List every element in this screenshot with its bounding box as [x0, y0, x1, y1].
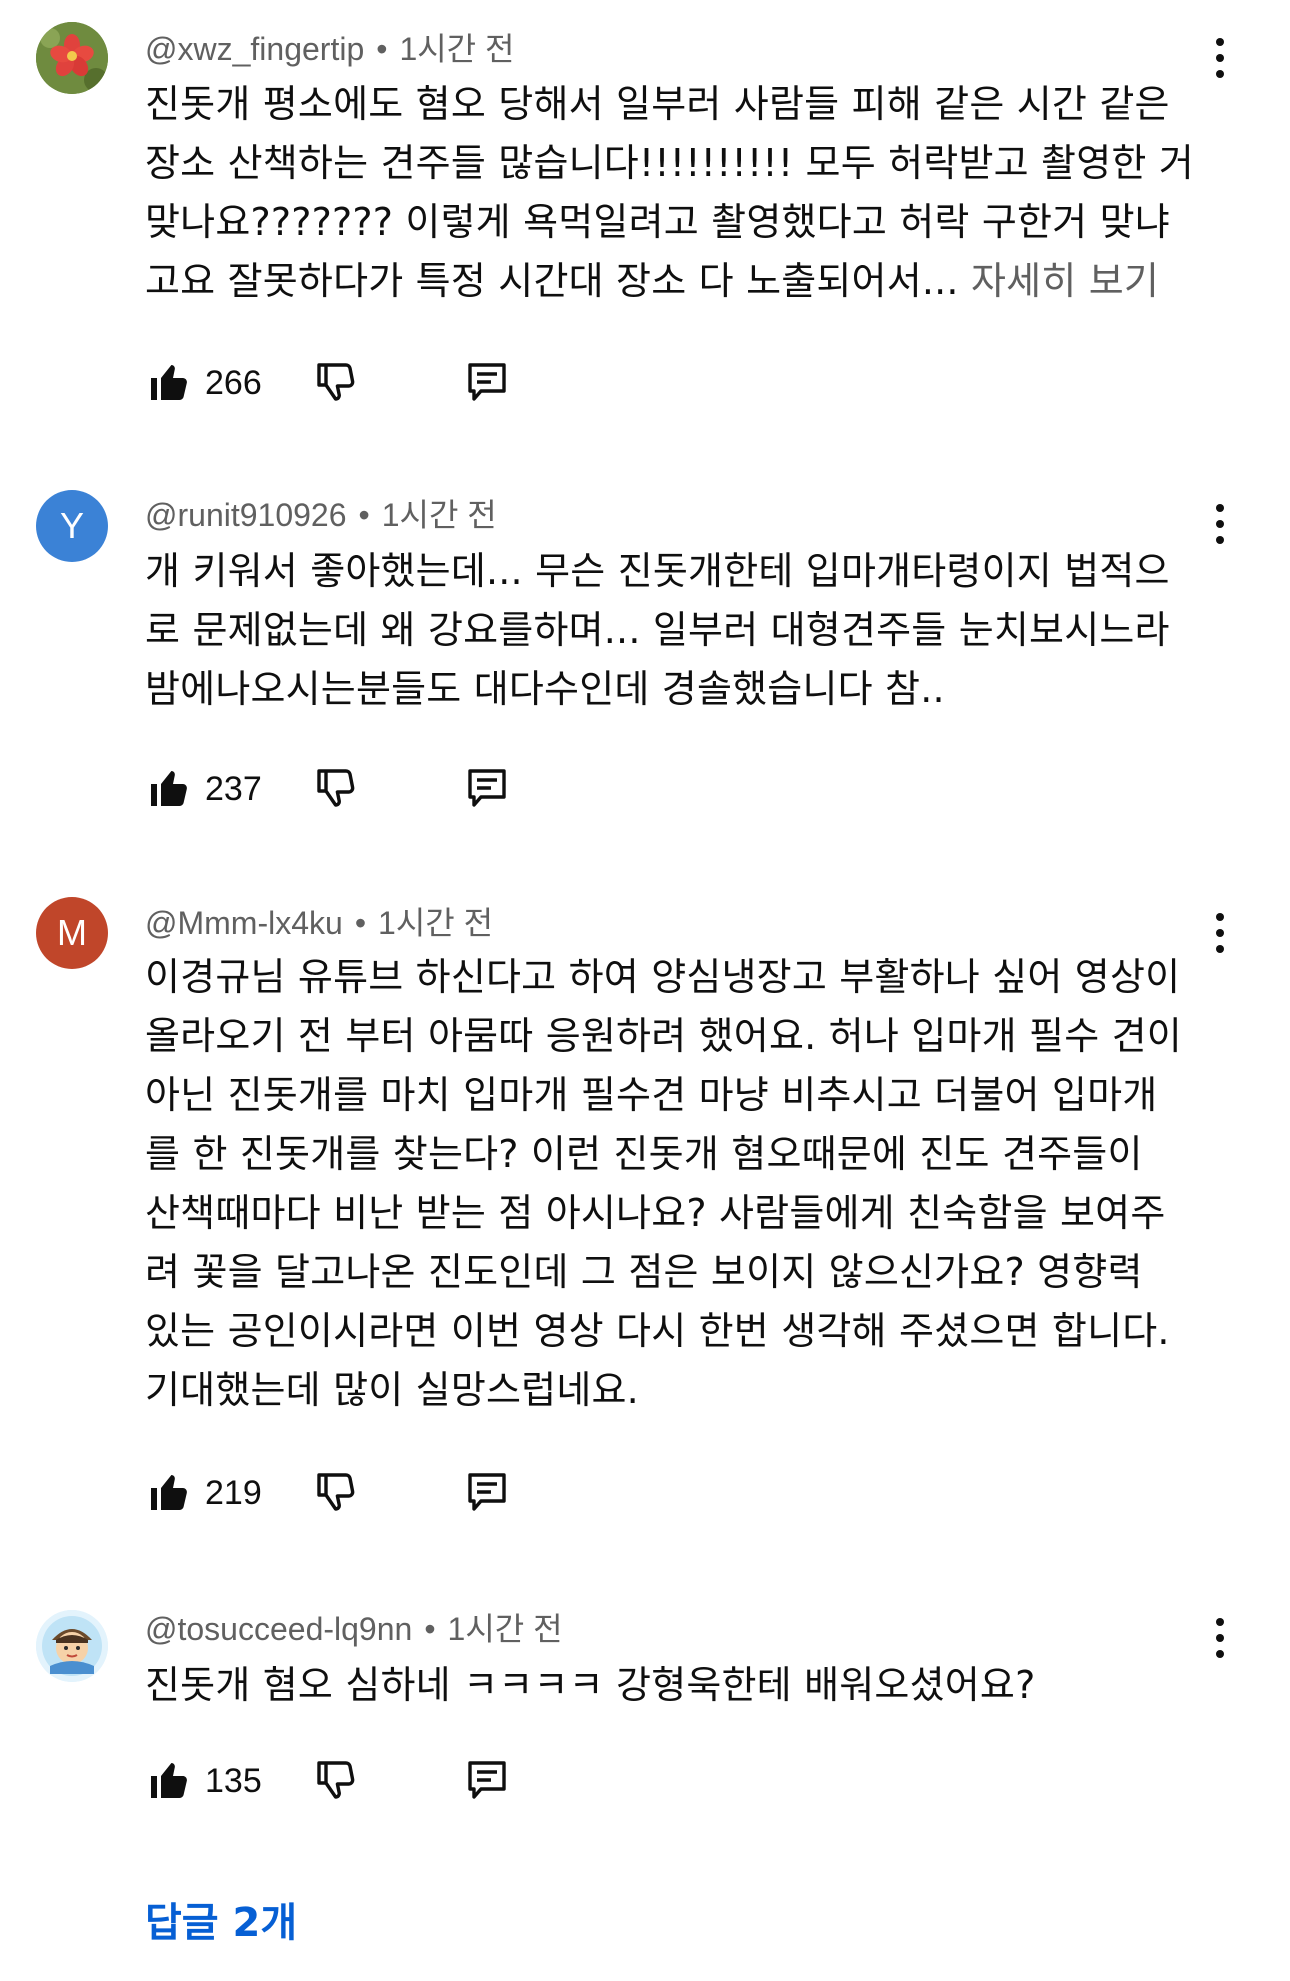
comment-text: 진돗개 혐오 심하네 ㅋㅋㅋㅋ 강형욱한테 배워오셨어요? [145, 1656, 1225, 1715]
comment-line: 로 문제없는데 왜 강요를하며... 일부러 대형견주들 눈치보시느라 [145, 608, 1170, 652]
like-count: 135 [205, 1762, 262, 1800]
separator-dot: • [358, 497, 370, 533]
comment-text: 개 키워서 좋아했는데... 무슨 진돗개한테 입마개타령이지 법적으 로 문제… [145, 542, 1225, 719]
comment-time: 1시간 전 [399, 31, 515, 67]
separator-dot: • [424, 1611, 436, 1647]
comment-line: 산책때마다 비난 받는 점 아시나요? 사람들에게 친숙함을 보여주 [145, 1191, 1166, 1235]
comment-time: 1시간 전 [381, 497, 497, 533]
cartoon-avatar-icon[interactable] [36, 1610, 108, 1682]
thumbs-up-icon[interactable] [145, 358, 193, 406]
like-count: 237 [205, 770, 262, 808]
comment-author[interactable]: @xwz_fingertip [145, 31, 364, 67]
comment-meta: @runit910926 • 1시간 전 [145, 490, 497, 536]
comment-line: 려 꽃을 달고나온 진도인데 그 점은 보이지 않으신가요? 영향력 [145, 1250, 1143, 1294]
comment-time: 1시간 전 [378, 905, 494, 941]
comment-line: 아닌 진돗개를 마치 입마개 필수견 마냥 비추시고 더불어 입마개 [145, 1073, 1158, 1117]
comment-line: 개 키워서 좋아했는데... 무슨 진돗개한테 입마개타령이지 법적으 [145, 549, 1170, 593]
comment-author[interactable]: @tosucceed-lq9nn [145, 1611, 412, 1647]
comment-meta: @Mmm-lx4ku • 1시간 전 [145, 898, 493, 944]
comment-line: 맞나요??????? 이렇게 욕먹일려고 촬영했다고 허락 구한거 맞냐 [145, 200, 1170, 244]
comment-line: 장소 산책하는 견주들 많습니다!!!!!!!!!! 모두 허락받고 촬영한 거 [145, 141, 1194, 185]
comment-line: 진돗개 평소에도 혐오 당해서 일부러 사람들 피해 같은 시간 같은 [145, 82, 1170, 126]
comment-actions: 135 [145, 1756, 545, 1806]
separator-dot: • [376, 31, 388, 67]
comment-actions: 266 [145, 358, 545, 408]
reply-icon[interactable] [463, 1468, 511, 1516]
comment-line: 진돗개 혐오 심하네 ㅋㅋㅋㅋ 강형욱한테 배워오셨어요? [145, 1663, 1036, 1707]
thumbs-up-icon[interactable] [145, 764, 193, 812]
comment-text: 진돗개 평소에도 혐오 당해서 일부러 사람들 피해 같은 시간 같은 장소 산… [145, 75, 1225, 311]
thumbs-down-icon[interactable] [313, 1756, 361, 1804]
reply-icon[interactable] [463, 1756, 511, 1804]
comment-line: 를 한 진돗개를 찾는다? 이런 진돗개 혐오때문에 진도 견주들이 [145, 1132, 1143, 1176]
comment-time: 1시간 전 [447, 1611, 563, 1647]
comment-line: 밤에나오시는분들도 대다수인데 경솔했습니다 참.. [145, 667, 945, 711]
comment-line: 기대했는데 많이 실망스럽네요. [145, 1368, 639, 1412]
comment-meta: @tosucceed-lq9nn • 1시간 전 [145, 1604, 563, 1650]
comment-line: 올라오기 전 부터 아뭄따 응원하려 했어요. 허나 입마개 필수 견이 [145, 1014, 1182, 1058]
reply-icon[interactable] [463, 764, 511, 812]
comment-meta: @xwz_fingertip • 1시간 전 [145, 24, 514, 70]
thumbs-up-icon[interactable] [145, 1468, 193, 1516]
thumbs-up-icon[interactable] [145, 1756, 193, 1804]
comment-author[interactable]: @Mmm-lx4ku [145, 905, 343, 941]
avatar[interactable]: Y [36, 490, 108, 562]
thumbs-down-icon[interactable] [313, 764, 361, 812]
view-replies-link[interactable]: 답글 2개 [145, 1890, 297, 1948]
avatar-letter: M [57, 912, 87, 953]
comment-author[interactable]: @runit910926 [145, 497, 347, 533]
avatar[interactable]: M [36, 897, 108, 969]
avatar-letter: Y [59, 505, 84, 546]
reply-icon[interactable] [463, 358, 511, 406]
comment-text: 이경규님 유튜브 하신다고 하여 양심냉장고 부활하나 싶어 영상이 올라오기 … [145, 948, 1225, 1420]
separator-dot: • [354, 905, 367, 941]
flower-avatar-icon[interactable] [36, 22, 108, 94]
thumbs-down-icon[interactable] [313, 358, 361, 406]
like-count: 219 [205, 1474, 262, 1512]
comment-actions: 237 [145, 764, 545, 814]
comment-actions: 219 [145, 1468, 545, 1518]
comment-line: 고요 잘못하다가 특정 시간대 장소 다 노출되어서... 자세히 보기 [145, 259, 1160, 303]
comment-line: 있는 공인이시라면 이번 영상 다시 한번 생각해 주셨으면 합니다. [145, 1309, 1170, 1353]
like-count: 266 [205, 364, 262, 402]
comment-line: 이경규님 유튜브 하신다고 하여 양심냉장고 부활하나 싶어 영상이 [145, 955, 1181, 999]
thumbs-down-icon[interactable] [313, 1468, 361, 1516]
read-more-link[interactable]: 자세히 보기 [971, 259, 1159, 303]
